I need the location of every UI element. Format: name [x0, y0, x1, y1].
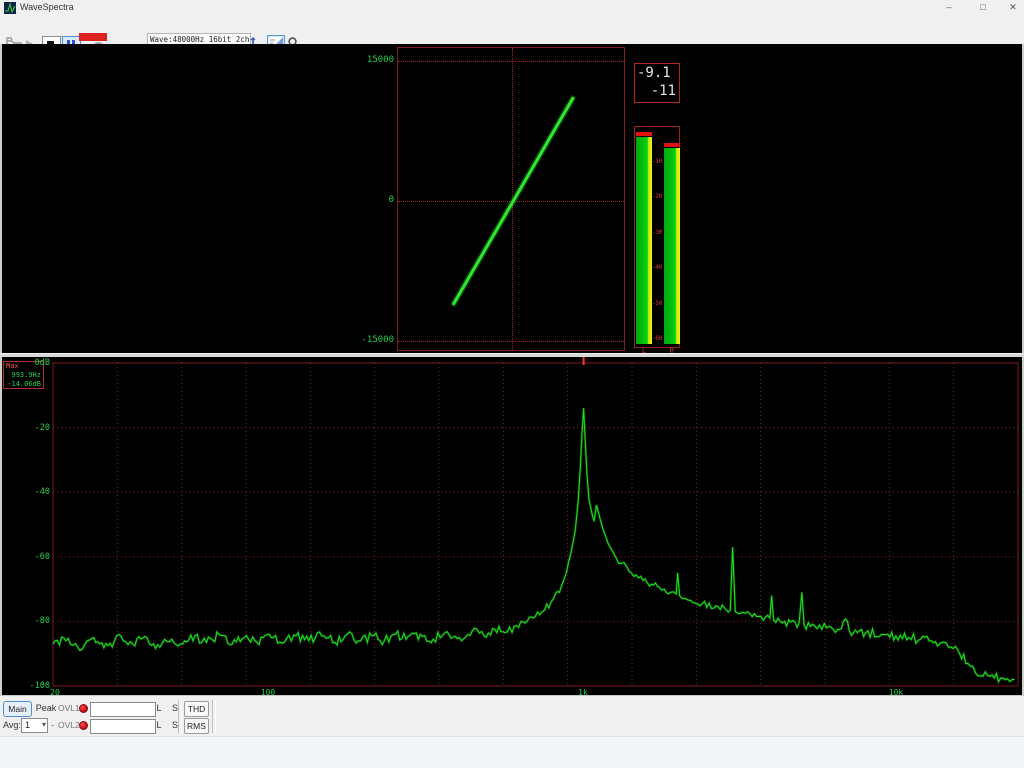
titlebar: WaveSpectra – □ ✕	[0, 0, 1024, 17]
meter-bar	[664, 148, 680, 344]
spectrum-y-label: -40	[8, 487, 50, 497]
max-frequency: 993.9Hz	[4, 371, 43, 380]
control-bar: Main Peak - OVL1 L S THD Avg: 1 ▾ - OVL2…	[0, 695, 1024, 736]
ovl1-label: OVL1	[58, 703, 80, 713]
separator	[178, 700, 182, 733]
dash-2: -	[51, 720, 54, 730]
taskbar: A 11:32 2025/12/19 金曜日	[0, 736, 1024, 768]
meter-scale-label: -20	[649, 192, 665, 200]
spectrum-y-label: 0dB	[8, 358, 50, 368]
avg-label: Avg:	[3, 720, 21, 730]
window-title: WaveSpectra	[20, 2, 74, 12]
ovl2-led	[79, 721, 88, 730]
meter-scale-label: -50	[649, 299, 665, 307]
ovl1-led	[79, 704, 88, 713]
meter-scale-label: -10	[649, 157, 665, 165]
spectrum-y-label: -60	[8, 552, 50, 562]
scope-y-label: 15000	[354, 55, 394, 65]
minimize-button[interactable]: –	[934, 0, 964, 15]
rms-button[interactable]: RMS	[184, 718, 209, 734]
peak-readout: -9.1 -11	[634, 63, 680, 103]
thd-button[interactable]: THD	[184, 701, 209, 717]
peak-left-value: -9.1	[637, 65, 671, 81]
peak-button[interactable]: Peak	[33, 703, 59, 713]
wavespectra-window: WaveSpectra – □ ✕ Wave:48000Hz 16bit 2ch…	[0, 0, 1024, 768]
chevron-down-icon: ▾	[42, 720, 46, 729]
maximize-button[interactable]: □	[968, 0, 998, 15]
separator	[212, 700, 216, 733]
toolbar: Wave:48000Hz 16bit 2ch FFT:32768 Rect. f…	[0, 16, 1024, 45]
meter-bar	[636, 137, 652, 344]
ovl2-label: OVL2	[58, 720, 80, 730]
dash-1: -	[51, 703, 54, 713]
meter-scale-label: -60	[649, 334, 665, 342]
meter-peak-cap	[664, 143, 680, 147]
spectrum-chart	[0, 357, 1024, 695]
wave-format-text: Wave:48000Hz 16bit 2ch	[150, 35, 249, 44]
lissajous-scope	[397, 47, 625, 351]
ovl2-field[interactable]	[90, 719, 156, 734]
scope-y-label: 0	[354, 195, 394, 205]
avg-combo[interactable]: 1 ▾	[21, 718, 48, 733]
main-button[interactable]: Main	[3, 701, 32, 717]
l1-button[interactable]: L	[153, 703, 165, 713]
app-icon	[4, 2, 16, 14]
overload-indicator	[79, 33, 107, 41]
meter-scale-label: -40	[649, 263, 665, 271]
meter-scale-label: -30	[649, 228, 665, 236]
lissajous-trace	[398, 48, 624, 350]
max-level: -14.06dB	[4, 380, 43, 389]
peak-right-value: -11	[651, 83, 676, 99]
scope-y-label: -15000	[354, 335, 394, 345]
spectrum-y-label: -20	[8, 423, 50, 433]
spectrum-y-label: -80	[8, 616, 50, 626]
l2-button[interactable]: L	[153, 720, 165, 730]
avg-value: 1	[25, 720, 30, 730]
ovl1-field[interactable]	[90, 702, 156, 717]
meter-peak-cap	[636, 132, 652, 136]
close-button[interactable]: ✕	[998, 0, 1024, 15]
